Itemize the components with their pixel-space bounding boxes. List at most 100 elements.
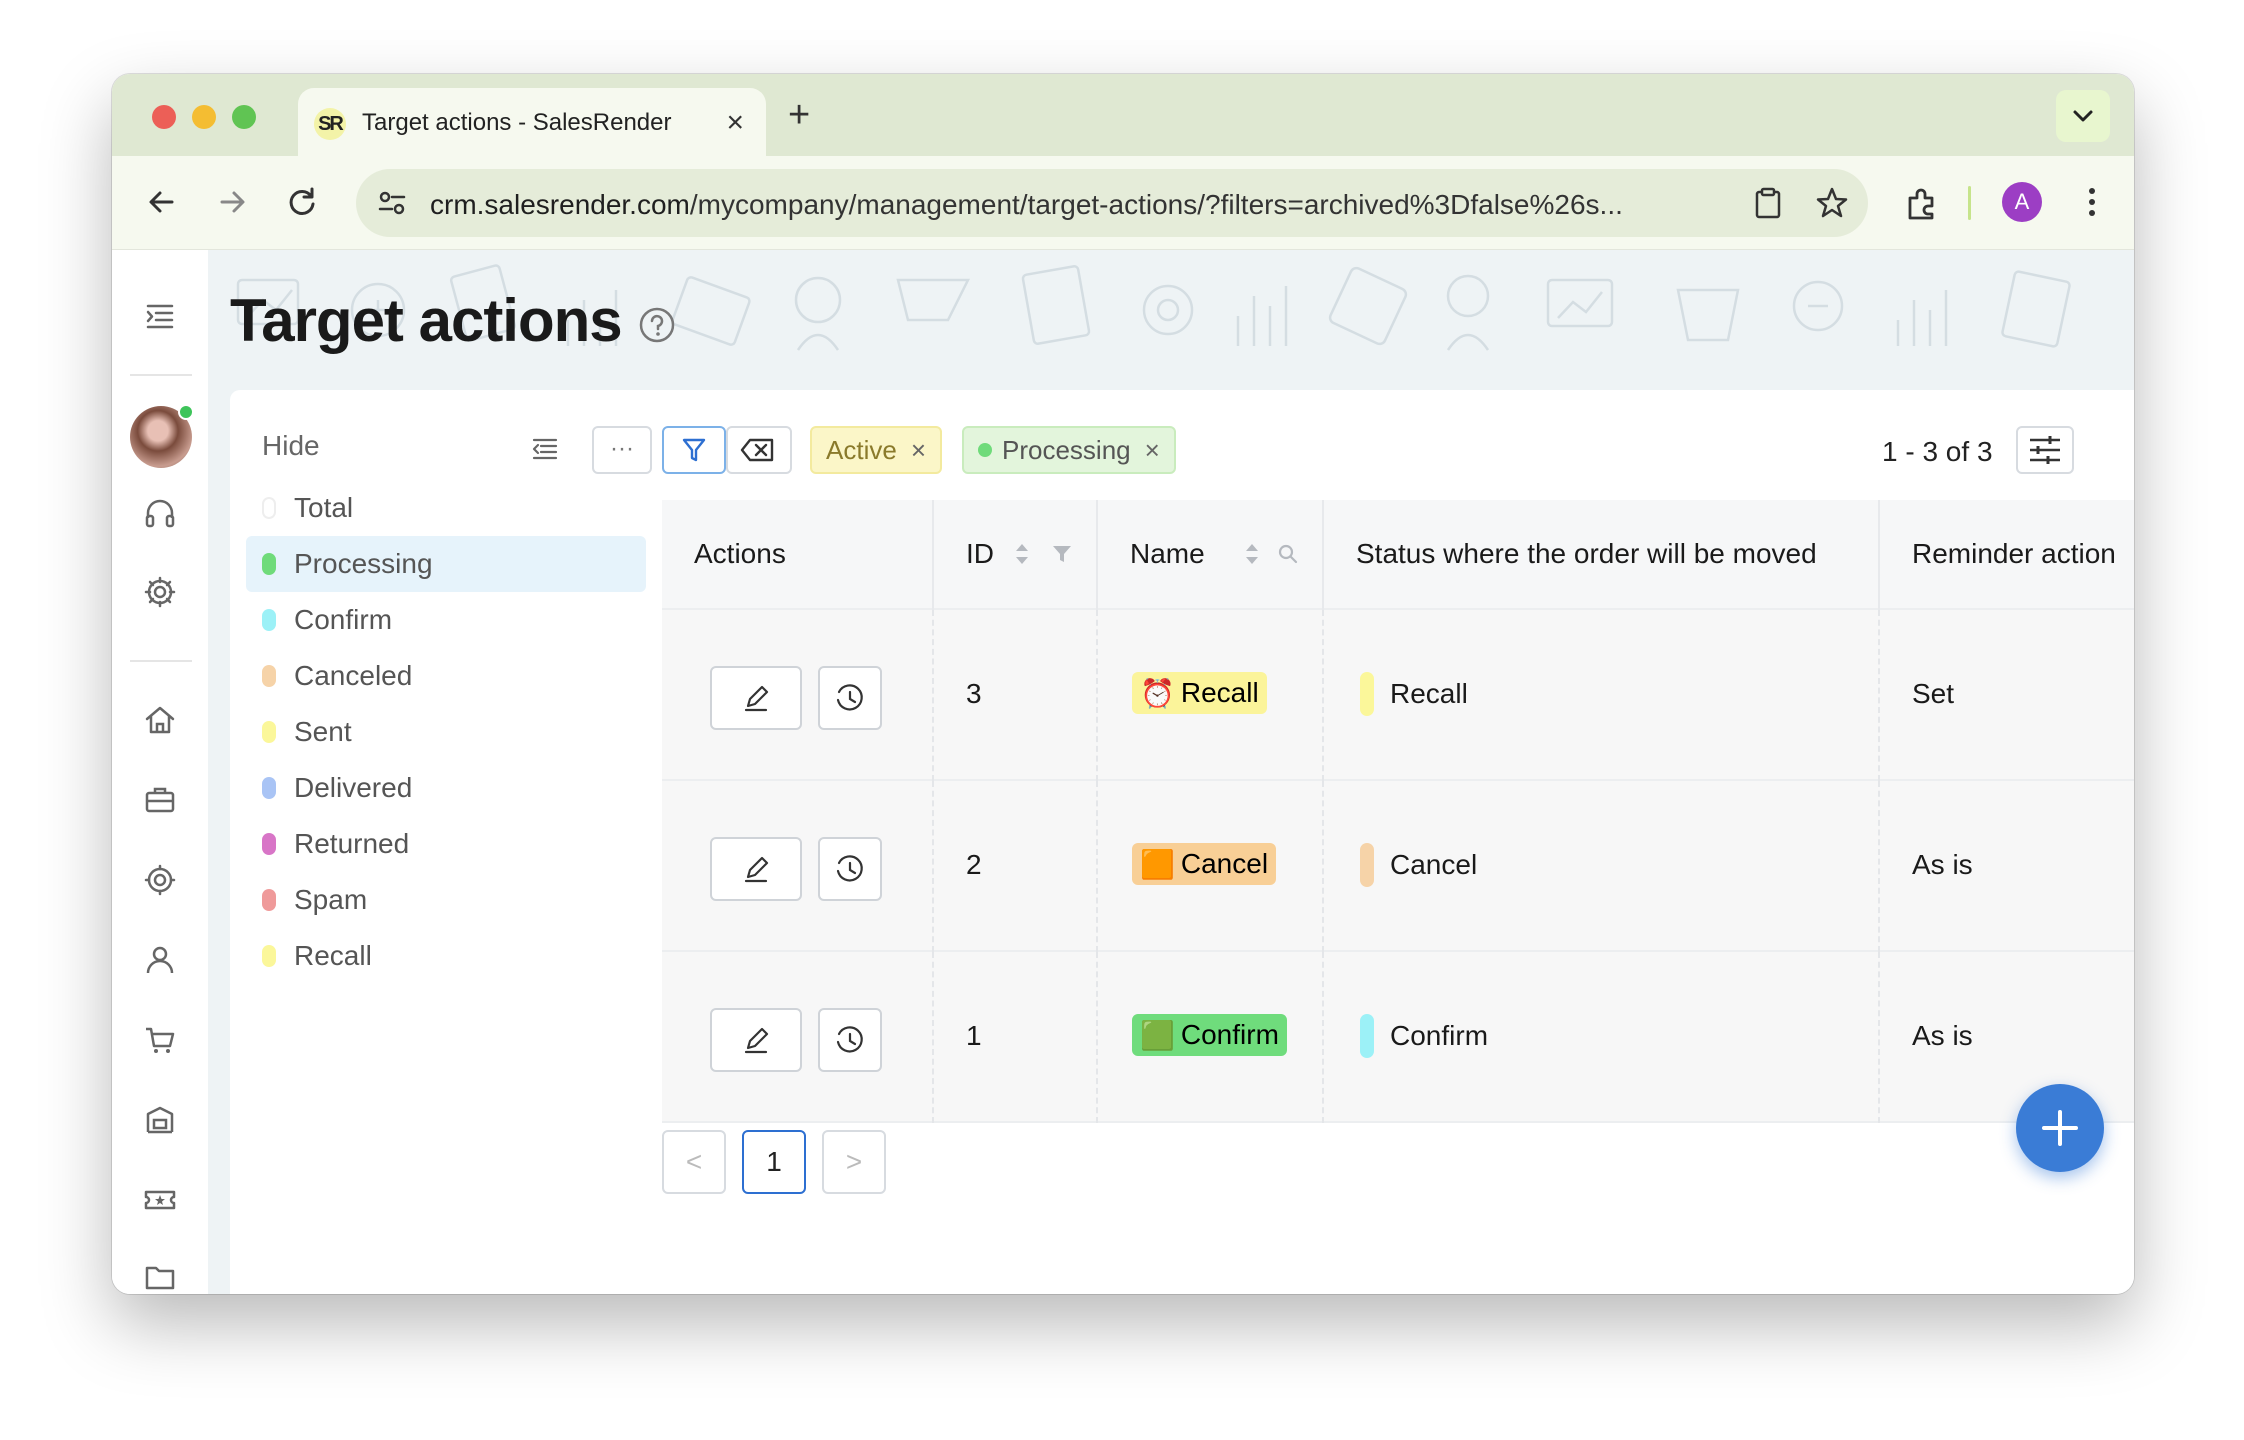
page-title: Target actions bbox=[230, 287, 623, 354]
table-row[interactable]: 3 ⏰ Recall Recall Set bbox=[662, 610, 2134, 781]
status-label: Processing bbox=[294, 548, 433, 579]
status-item-canceled[interactable]: Canceled bbox=[246, 648, 646, 704]
browser-menu-icon[interactable] bbox=[2072, 182, 2112, 222]
url-text: crm.salesrender.com/mycompany/management… bbox=[430, 189, 1623, 220]
tab-search-button[interactable] bbox=[2056, 90, 2110, 142]
add-target-action-button[interactable] bbox=[2016, 1084, 2104, 1172]
remove-chip-icon[interactable]: × bbox=[1145, 435, 1160, 466]
edit-button[interactable] bbox=[710, 1008, 802, 1072]
cell-separator bbox=[1322, 781, 1324, 952]
row-id: 3 bbox=[966, 678, 982, 709]
column-search-icon[interactable] bbox=[1276, 542, 1300, 566]
back-icon[interactable] bbox=[142, 182, 182, 222]
status-item-delivered[interactable]: Delivered bbox=[246, 760, 646, 816]
browser-window: SR Target actions - SalesRender × + crm.… bbox=[112, 74, 2134, 1294]
filter-button[interactable] bbox=[662, 426, 726, 474]
site-settings-icon[interactable] bbox=[374, 185, 410, 221]
settings-gear-icon[interactable] bbox=[140, 572, 180, 612]
rail-divider bbox=[130, 374, 192, 376]
name-tag[interactable]: 🟩 Confirm bbox=[1132, 1014, 1287, 1056]
column-header-id: ID bbox=[966, 538, 994, 569]
cell-separator bbox=[1096, 610, 1098, 781]
chip-label: Processing bbox=[1002, 434, 1131, 465]
browser-tab[interactable]: SR Target actions - SalesRender × bbox=[298, 88, 766, 158]
collapse-panel-icon[interactable] bbox=[528, 432, 560, 464]
folder-icon[interactable] bbox=[140, 1256, 180, 1294]
tab-close-icon[interactable]: × bbox=[726, 106, 744, 140]
minimize-window-button[interactable] bbox=[192, 105, 216, 129]
clipboard-icon[interactable] bbox=[1750, 185, 1786, 221]
status-item-processing[interactable]: Processing bbox=[246, 536, 646, 592]
filter-chip-processing: Processing × bbox=[962, 426, 1176, 474]
tab-title: Target actions - SalesRender bbox=[362, 109, 672, 136]
column-separator bbox=[1878, 500, 1880, 610]
remove-chip-icon[interactable]: × bbox=[911, 435, 926, 466]
column-settings-button[interactable] bbox=[2016, 426, 2074, 474]
ticket-icon[interactable] bbox=[140, 1180, 180, 1220]
status-item-returned[interactable]: Returned bbox=[246, 816, 646, 872]
next-page-button[interactable]: > bbox=[822, 1130, 886, 1194]
extensions-icon[interactable] bbox=[1902, 184, 1942, 224]
bookmark-star-icon[interactable] bbox=[1814, 185, 1850, 221]
forward-icon[interactable] bbox=[212, 182, 252, 222]
column-header-actions: Actions bbox=[694, 538, 786, 569]
edit-button[interactable] bbox=[710, 837, 802, 901]
favicon-icon: SR bbox=[314, 108, 346, 140]
menu-toggle-icon[interactable] bbox=[140, 296, 180, 336]
name-tag[interactable]: ⏰ Recall bbox=[1132, 672, 1267, 714]
warehouse-icon[interactable] bbox=[140, 1100, 180, 1140]
filter-chip-active: Active × bbox=[810, 426, 942, 474]
results-count: 1 - 3 of 3 bbox=[1882, 436, 1993, 467]
status-color-dot bbox=[262, 665, 276, 687]
cell-separator bbox=[932, 781, 934, 952]
status-label: Recall bbox=[294, 940, 372, 971]
address-bar[interactable]: crm.salesrender.com/mycompany/management… bbox=[356, 169, 1868, 237]
status-color-dot bbox=[262, 497, 276, 519]
reload-icon[interactable] bbox=[282, 182, 322, 222]
help-icon[interactable] bbox=[638, 306, 676, 344]
briefcase-icon[interactable] bbox=[140, 780, 180, 820]
history-button[interactable] bbox=[818, 1008, 882, 1072]
maximize-window-button[interactable] bbox=[232, 105, 256, 129]
headset-icon[interactable] bbox=[140, 494, 180, 534]
home-icon[interactable] bbox=[140, 700, 180, 740]
name-tag[interactable]: 🟧 Cancel bbox=[1132, 843, 1277, 885]
cell-separator bbox=[1878, 952, 1880, 1123]
table-row[interactable]: 2 🟧 Cancel Cancel As is bbox=[662, 781, 2134, 952]
sort-icon[interactable] bbox=[1012, 538, 1032, 570]
rail-divider bbox=[130, 660, 192, 662]
status-item-confirm[interactable]: Confirm bbox=[246, 592, 646, 648]
profile-avatar[interactable]: A bbox=[2002, 182, 2042, 222]
cog-icon[interactable] bbox=[140, 860, 180, 900]
row-status: Cancel bbox=[1390, 849, 1478, 880]
clear-filters-button[interactable] bbox=[726, 426, 792, 474]
name-label: Recall bbox=[1180, 677, 1259, 708]
cell-separator bbox=[1096, 781, 1098, 952]
status-color-dot bbox=[262, 777, 276, 799]
history-button[interactable] bbox=[818, 666, 882, 730]
status-label: Returned bbox=[294, 828, 410, 859]
status-item-total[interactable]: Total bbox=[246, 480, 646, 536]
status-item-sent[interactable]: Sent bbox=[246, 704, 646, 760]
history-button[interactable] bbox=[818, 837, 882, 901]
page-number-button[interactable]: 1 bbox=[742, 1130, 806, 1194]
table-row[interactable]: 1 🟩 Confirm Confirm As is bbox=[662, 952, 2134, 1123]
user-icon[interactable] bbox=[140, 940, 180, 980]
cart-icon[interactable] bbox=[140, 1020, 180, 1060]
close-window-button[interactable] bbox=[152, 105, 176, 129]
status-item-spam[interactable]: Spam bbox=[246, 872, 646, 928]
column-header-name: Name bbox=[1130, 538, 1205, 569]
hide-filter-panel-label[interactable]: Hide bbox=[262, 430, 320, 462]
column-filter-icon[interactable] bbox=[1050, 542, 1074, 566]
more-options-button[interactable]: ··· bbox=[592, 426, 652, 474]
sort-icon[interactable] bbox=[1242, 538, 1262, 570]
chip-status-dot bbox=[978, 443, 992, 457]
status-item-recall[interactable]: Recall bbox=[246, 928, 646, 984]
pencil-icon bbox=[744, 856, 769, 883]
prev-page-button[interactable]: < bbox=[662, 1130, 726, 1194]
orange-square-icon: 🟧 bbox=[1140, 848, 1175, 880]
new-tab-button[interactable]: + bbox=[788, 96, 810, 134]
pencil-icon bbox=[744, 1027, 769, 1054]
table-header: Actions ID Name Status where the order w… bbox=[662, 500, 2134, 610]
edit-button[interactable] bbox=[710, 666, 802, 730]
